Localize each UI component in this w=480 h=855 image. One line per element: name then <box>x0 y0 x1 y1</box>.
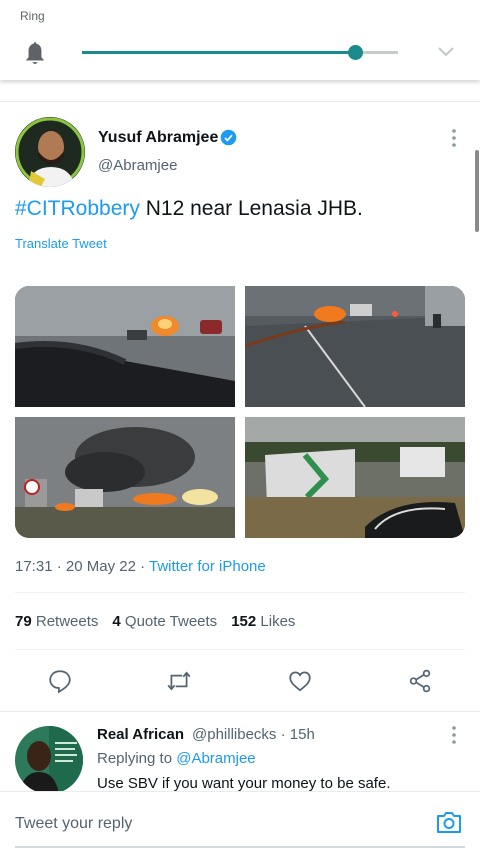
author-handle[interactable]: @Abramjee <box>98 157 177 174</box>
reply-avatar[interactable] <box>15 726 83 794</box>
tweet-source-link[interactable]: Twitter for iPhone <box>149 558 266 575</box>
share-icon[interactable] <box>407 668 433 694</box>
tweet-time: 17:31 <box>15 558 53 575</box>
likes-count[interactable]: 152 <box>231 613 256 630</box>
translate-tweet-link[interactable]: Translate Tweet <box>15 236 107 251</box>
like-icon[interactable] <box>287 668 313 694</box>
chevron-down-icon[interactable] <box>436 44 456 60</box>
author-avatar[interactable] <box>15 117 85 187</box>
tweet-photo-4[interactable] <box>245 417 465 538</box>
more-options-icon[interactable] <box>446 725 462 745</box>
hashtag-link[interactable]: #CITRobbery <box>15 197 140 220</box>
tweet-photo-1[interactable] <box>15 286 235 407</box>
reply-input-underline <box>15 846 465 848</box>
reply-input[interactable]: Tweet your reply <box>15 815 132 833</box>
divider <box>15 592 465 593</box>
reply-author-name[interactable]: Real African <box>97 726 184 743</box>
more-options-icon[interactable] <box>446 128 462 148</box>
retweet-icon[interactable] <box>166 668 192 694</box>
tweet-stats: 79 Retweets 4 Quote Tweets 152 Likes <box>15 613 295 630</box>
scrollbar[interactable] <box>475 150 479 232</box>
replying-to-label: Replying to <box>97 750 177 767</box>
likes-label[interactable]: Likes <box>260 613 295 630</box>
reply-author-handle[interactable]: @phillibecks · 15h <box>192 726 315 743</box>
volume-slider-fill[interactable] <box>82 51 356 54</box>
replying-to-link[interactable]: @Abramjee <box>176 750 255 767</box>
quote-tweets-label[interactable]: Quote Tweets <box>125 613 217 630</box>
retweets-label[interactable]: Retweets <box>36 613 99 630</box>
replying-to: Replying to @Abramjee <box>97 750 256 767</box>
divider <box>15 649 465 650</box>
reply-text: Use SBV if you want your money to be saf… <box>97 775 391 792</box>
tweet-text: #CITRobbery N12 near Lenasia JHB. <box>15 197 363 221</box>
tweet-photo-2[interactable] <box>245 286 465 407</box>
tweet-photo-3[interactable] <box>15 417 235 538</box>
bell-icon[interactable] <box>22 40 48 68</box>
tweet-date: 20 May 22 <box>65 558 136 575</box>
tweet-timestamp: 17:31 · 20 May 22 · Twitter for iPhone <box>15 558 266 575</box>
retweets-count[interactable]: 79 <box>15 613 32 630</box>
author-name[interactable]: Yusuf Abramjee <box>98 129 218 147</box>
verified-badge-icon <box>220 129 237 146</box>
volume-stream-label: Ring <box>20 9 45 23</box>
divider <box>0 101 480 102</box>
camera-icon[interactable] <box>435 809 463 835</box>
quote-tweets-count[interactable]: 4 <box>112 613 120 630</box>
volume-slider-thumb[interactable] <box>348 45 363 60</box>
reply-icon[interactable] <box>47 668 73 694</box>
tweet-body: N12 near Lenasia JHB. <box>139 197 363 220</box>
volume-panel <box>0 0 480 80</box>
divider <box>0 711 480 712</box>
